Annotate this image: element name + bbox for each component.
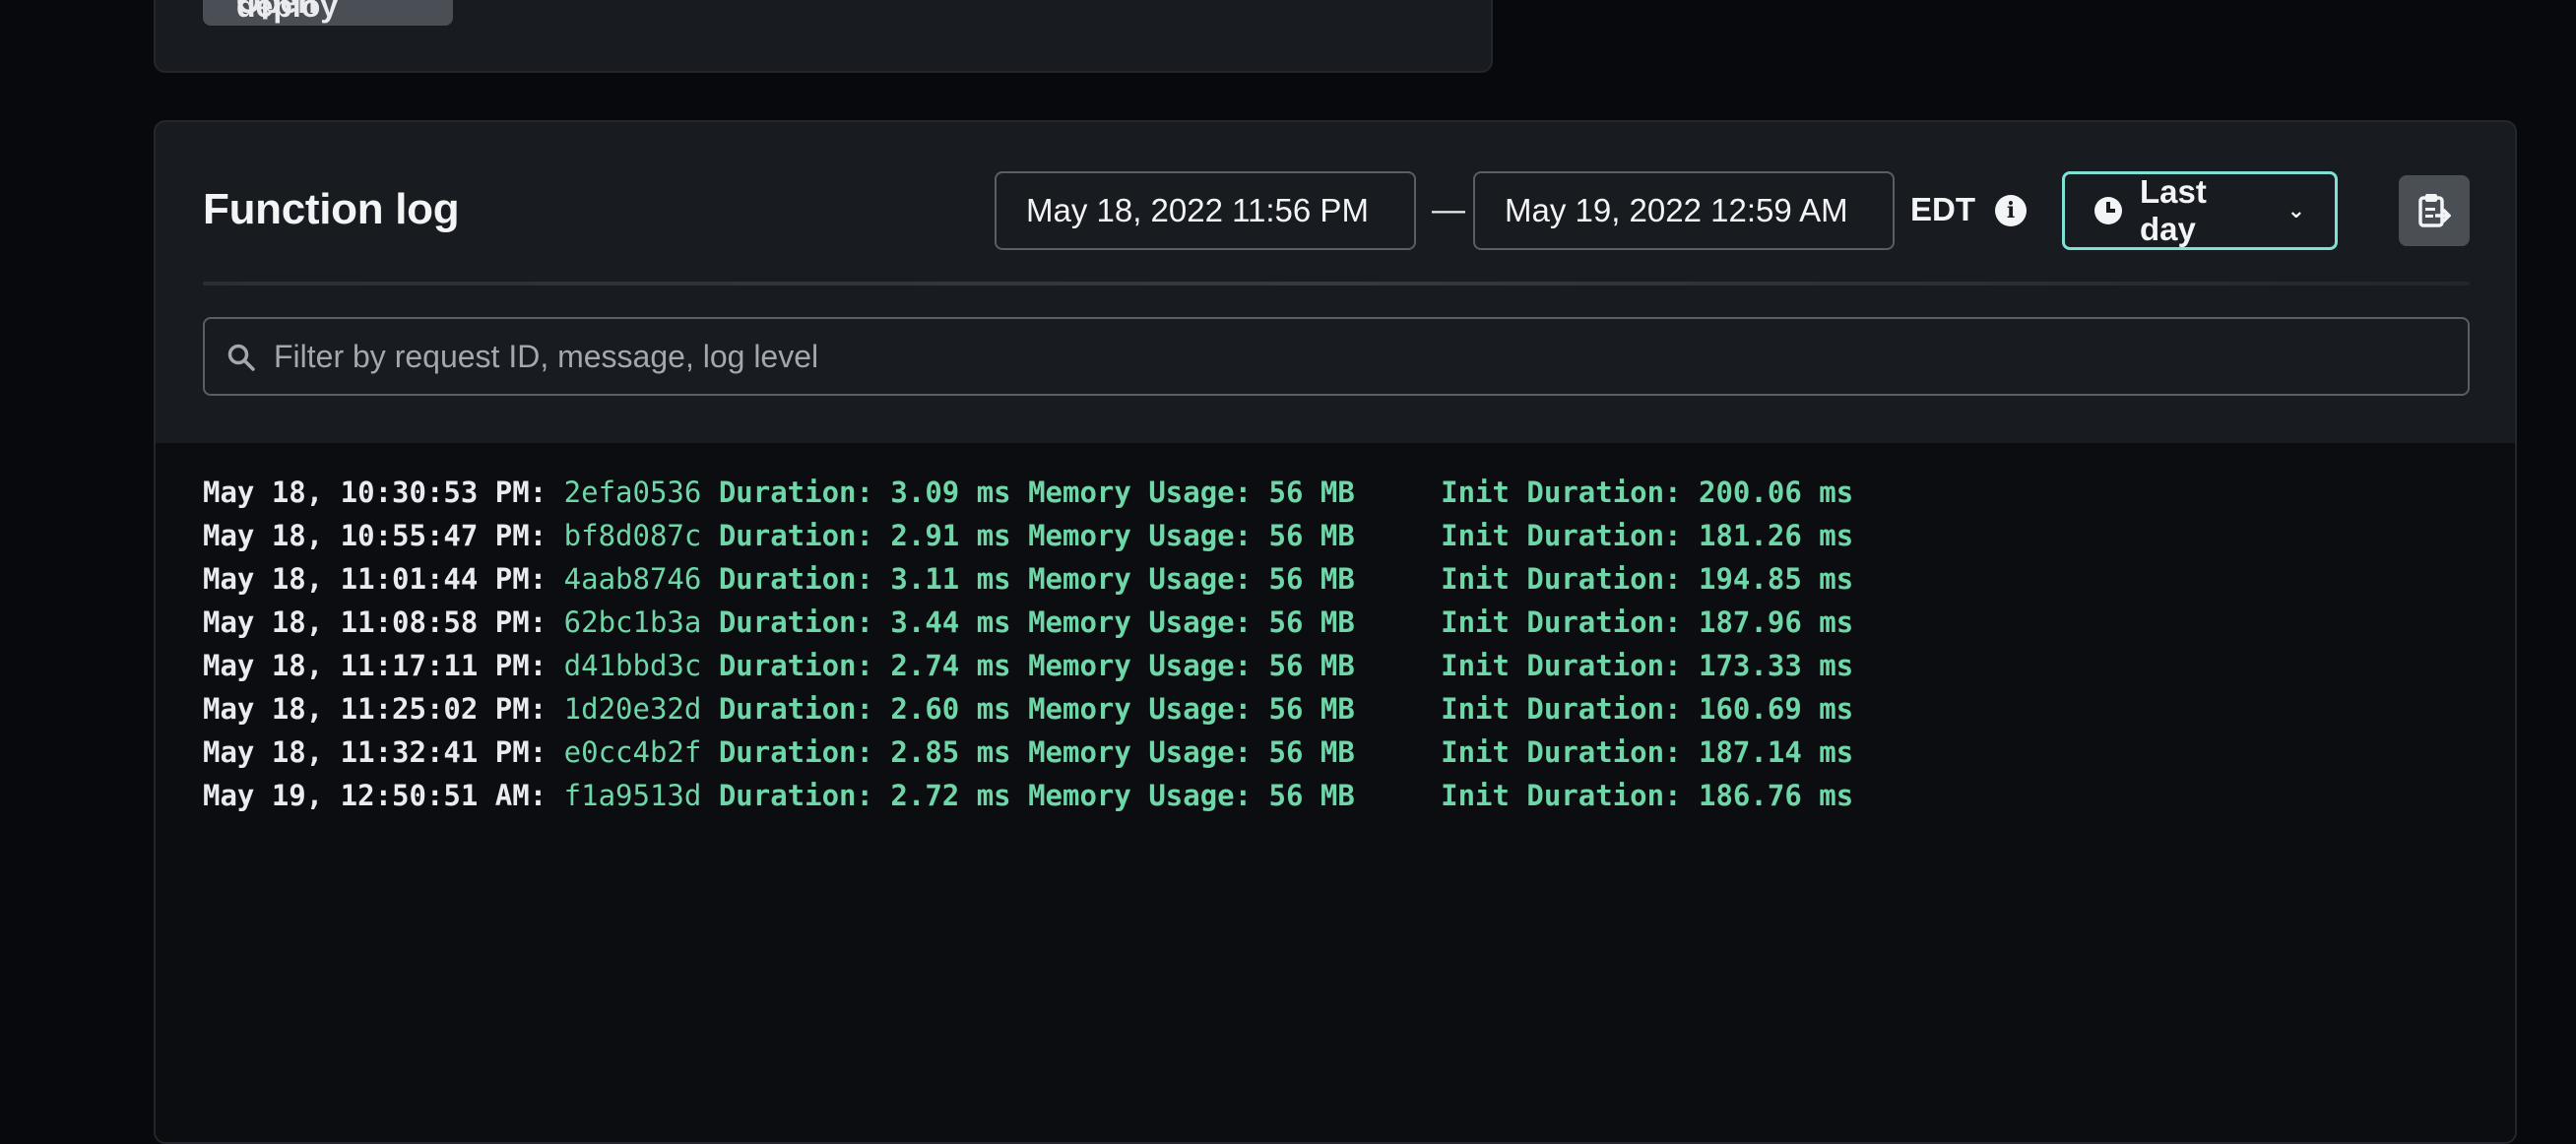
log-message: Duration: 2.74 ms Memory Usage: 56 MB In…	[718, 649, 1854, 682]
log-message: Duration: 2.72 ms Memory Usage: 56 MB In…	[718, 779, 1854, 812]
log-request-id[interactable]: 2efa0536	[564, 476, 702, 509]
end-date-field[interactable]	[1473, 171, 1895, 250]
deploy-card: Open deploy	[154, 0, 1493, 73]
timezone-label: EDT	[1910, 191, 1975, 227]
log-request-id[interactable]: bf8d087c	[564, 519, 702, 552]
log-timestamp: May 18, 11:25:02 PM:	[203, 692, 547, 726]
log-request-id[interactable]: 62bc1b3a	[564, 605, 702, 639]
log-request-id[interactable]: 4aab8746	[564, 562, 702, 596]
start-date-field[interactable]	[995, 171, 1416, 250]
log-request-id[interactable]: d41bbd3c	[564, 649, 702, 682]
log-message: Duration: 2.85 ms Memory Usage: 56 MB In…	[718, 735, 1854, 769]
function-log-header: Function log — EDT i Last day ⌄	[156, 122, 2515, 441]
clock-icon	[2094, 197, 2122, 224]
log-request-id[interactable]: 1d20e32d	[564, 692, 702, 726]
log-line: May 19, 12:50:51 AM: f1a9513d Duration: …	[203, 774, 2468, 817]
log-line: May 18, 11:08:58 PM: 62bc1b3a Duration: …	[203, 601, 2468, 644]
time-range-label: Last day	[2140, 173, 2207, 247]
time-range-select[interactable]: Last day ⌄	[2062, 171, 2338, 250]
open-deploy-button[interactable]: Open deploy	[203, 0, 453, 26]
page-title: Function log	[203, 185, 460, 233]
log-timestamp: May 18, 11:17:11 PM:	[203, 649, 547, 682]
info-icon[interactable]: i	[1995, 195, 2027, 226]
log-line: May 18, 11:25:02 PM: 1d20e32d Duration: …	[203, 687, 2468, 731]
log-timestamp: May 18, 11:01:44 PM:	[203, 562, 547, 596]
log-message: Duration: 3.11 ms Memory Usage: 56 MB In…	[718, 562, 1854, 596]
search-icon	[227, 344, 255, 371]
log-request-id[interactable]: f1a9513d	[564, 779, 702, 812]
log-line: May 18, 11:01:44 PM: 4aab8746 Duration: …	[203, 557, 2468, 601]
function-log-card: Function log — EDT i Last day ⌄	[154, 120, 2517, 1144]
header-divider	[203, 282, 2470, 286]
log-filter	[203, 317, 2470, 396]
log-line: May 18, 10:30:53 PM: 2efa0536 Duration: …	[203, 471, 2468, 514]
log-timestamp: May 18, 11:08:58 PM:	[203, 605, 547, 639]
log-line: May 18, 11:17:11 PM: d41bbd3c Duration: …	[203, 644, 2468, 687]
log-output: May 18, 10:30:53 PM: 2efa0536 Duration: …	[156, 443, 2515, 1142]
log-request-id[interactable]: e0cc4b2f	[564, 735, 702, 769]
log-timestamp: May 18, 11:32:41 PM:	[203, 735, 547, 769]
search-input[interactable]	[272, 319, 2438, 394]
log-message: Duration: 3.44 ms Memory Usage: 56 MB In…	[718, 605, 1854, 639]
date-range-separator: —	[1432, 191, 1465, 228]
log-message: Duration: 2.91 ms Memory Usage: 56 MB In…	[718, 519, 1854, 552]
log-timestamp: May 19, 12:50:51 AM:	[203, 779, 547, 812]
clipboard-icon	[2418, 194, 2451, 227]
log-line: May 18, 10:55:47 PM: bf8d087c Duration: …	[203, 514, 2468, 557]
log-timestamp: May 18, 10:55:47 PM:	[203, 519, 547, 552]
chevron-down-icon: ⌄	[2286, 198, 2305, 222]
log-line: May 18, 11:32:41 PM: e0cc4b2f Duration: …	[203, 731, 2468, 774]
log-message: Duration: 3.09 ms Memory Usage: 56 MB In…	[718, 476, 1854, 509]
log-timestamp: May 18, 10:30:53 PM:	[203, 476, 547, 509]
copy-to-clipboard-button[interactable]	[2399, 175, 2470, 246]
log-message: Duration: 2.60 ms Memory Usage: 56 MB In…	[718, 692, 1854, 726]
